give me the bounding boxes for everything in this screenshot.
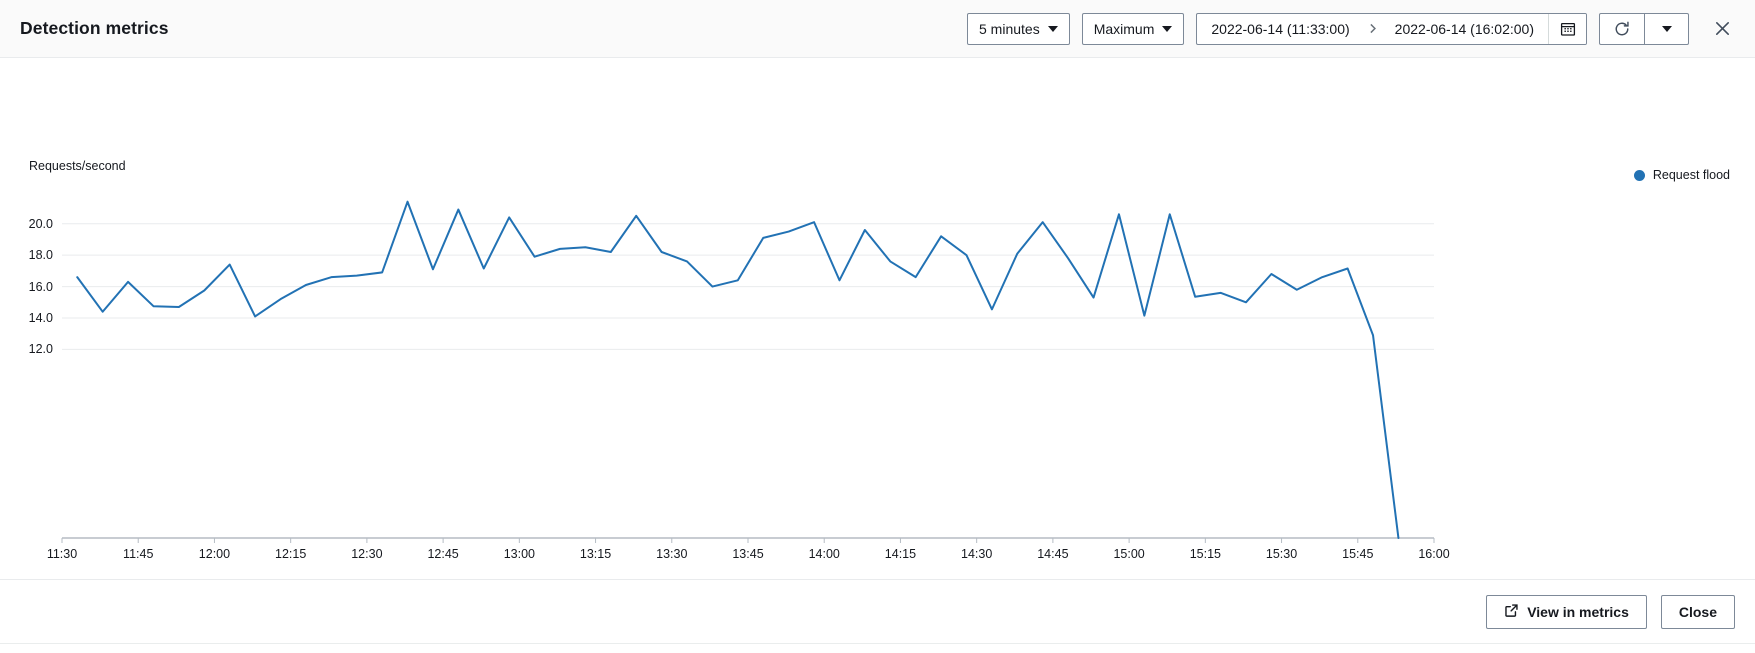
- modal-bottom-edge: [0, 643, 1755, 653]
- statistic-dropdown-label: Maximum: [1094, 21, 1155, 37]
- x-axis-tick-label: 11:30: [47, 547, 77, 561]
- period-dropdown-label: 5 minutes: [979, 21, 1040, 37]
- chart-svg: [62, 186, 1434, 538]
- y-axis-tick-label: 16.0: [29, 280, 53, 294]
- x-axis-tick-label: 14:45: [1037, 547, 1068, 561]
- chevron-right-icon: [1364, 22, 1381, 35]
- modal-footer: View in metrics Close: [0, 579, 1755, 643]
- y-axis-tick-label: 14.0: [29, 311, 53, 325]
- date-range-picker[interactable]: 2022-06-14 (11:33:00) 2022-06-14 (16:02:…: [1196, 13, 1587, 45]
- chart-legend: Request flood: [1634, 168, 1730, 182]
- modal-header: Detection metrics 5 minutes Maximum 2022…: [0, 0, 1755, 58]
- x-axis-tick-label: 15:45: [1342, 547, 1373, 561]
- chart-plot-area[interactable]: 12.014.016.018.020.011:3011:4512:0012:15…: [62, 186, 1434, 538]
- chart-body: Requests/second Request flood 12.014.016…: [0, 58, 1755, 579]
- close-button-label: Close: [1679, 604, 1717, 620]
- x-axis-tick-label: 12:00: [199, 547, 230, 561]
- y-axis-tick-label: 18.0: [29, 248, 53, 262]
- close-icon[interactable]: [1707, 14, 1737, 44]
- y-axis-tick-label: 12.0: [29, 342, 53, 356]
- detection-metrics-chart: Requests/second Request flood 12.014.016…: [0, 58, 1755, 579]
- view-in-metrics-label: View in metrics: [1527, 604, 1629, 620]
- x-axis-tick-label: 14:15: [885, 547, 916, 561]
- page-title: Detection metrics: [20, 18, 169, 39]
- x-axis-tick-label: 14:00: [809, 547, 840, 561]
- legend-label: Request flood: [1653, 168, 1730, 182]
- view-in-metrics-button[interactable]: View in metrics: [1486, 595, 1647, 629]
- x-axis-tick-label: 11:45: [123, 547, 153, 561]
- refresh-control-group: [1599, 13, 1689, 45]
- calendar-icon[interactable]: [1548, 13, 1586, 45]
- statistic-dropdown[interactable]: Maximum: [1082, 13, 1185, 45]
- x-axis-tick-label: 12:30: [351, 547, 382, 561]
- detection-metrics-modal: Detection metrics 5 minutes Maximum 2022…: [0, 0, 1755, 653]
- x-axis-tick-label: 15:30: [1266, 547, 1297, 561]
- x-axis-tick-label: 14:30: [961, 547, 992, 561]
- x-axis-tick-label: 12:45: [427, 547, 458, 561]
- x-axis-tick-label: 13:00: [504, 547, 535, 561]
- chevron-down-icon: [1162, 26, 1172, 32]
- period-dropdown[interactable]: 5 minutes: [967, 13, 1070, 45]
- x-axis-tick-label: 15:15: [1190, 547, 1221, 561]
- x-axis-tick-label: 13:45: [732, 547, 763, 561]
- date-range-end[interactable]: 2022-06-14 (16:02:00): [1381, 21, 1548, 37]
- date-range-start[interactable]: 2022-06-14 (11:33:00): [1197, 21, 1363, 37]
- close-button[interactable]: Close: [1661, 595, 1735, 629]
- y-axis-label: Requests/second: [29, 159, 126, 173]
- refresh-icon[interactable]: [1600, 14, 1644, 44]
- legend-color-swatch: [1634, 170, 1645, 181]
- x-axis-tick-label: 16:00: [1418, 547, 1449, 561]
- x-axis-tick-label: 12:15: [275, 547, 306, 561]
- header-controls: 5 minutes Maximum 2022-06-14 (11:33:00) …: [967, 13, 1737, 45]
- x-axis-tick-label: 13:30: [656, 547, 687, 561]
- y-axis-tick-label: 20.0: [29, 217, 53, 231]
- x-axis-tick-label: 13:15: [580, 547, 611, 561]
- refresh-options-dropdown[interactable]: [1644, 14, 1688, 44]
- x-axis-tick-label: 15:00: [1113, 547, 1144, 561]
- external-link-icon: [1504, 603, 1519, 621]
- chevron-down-icon: [1048, 26, 1058, 32]
- chevron-down-icon: [1662, 26, 1672, 32]
